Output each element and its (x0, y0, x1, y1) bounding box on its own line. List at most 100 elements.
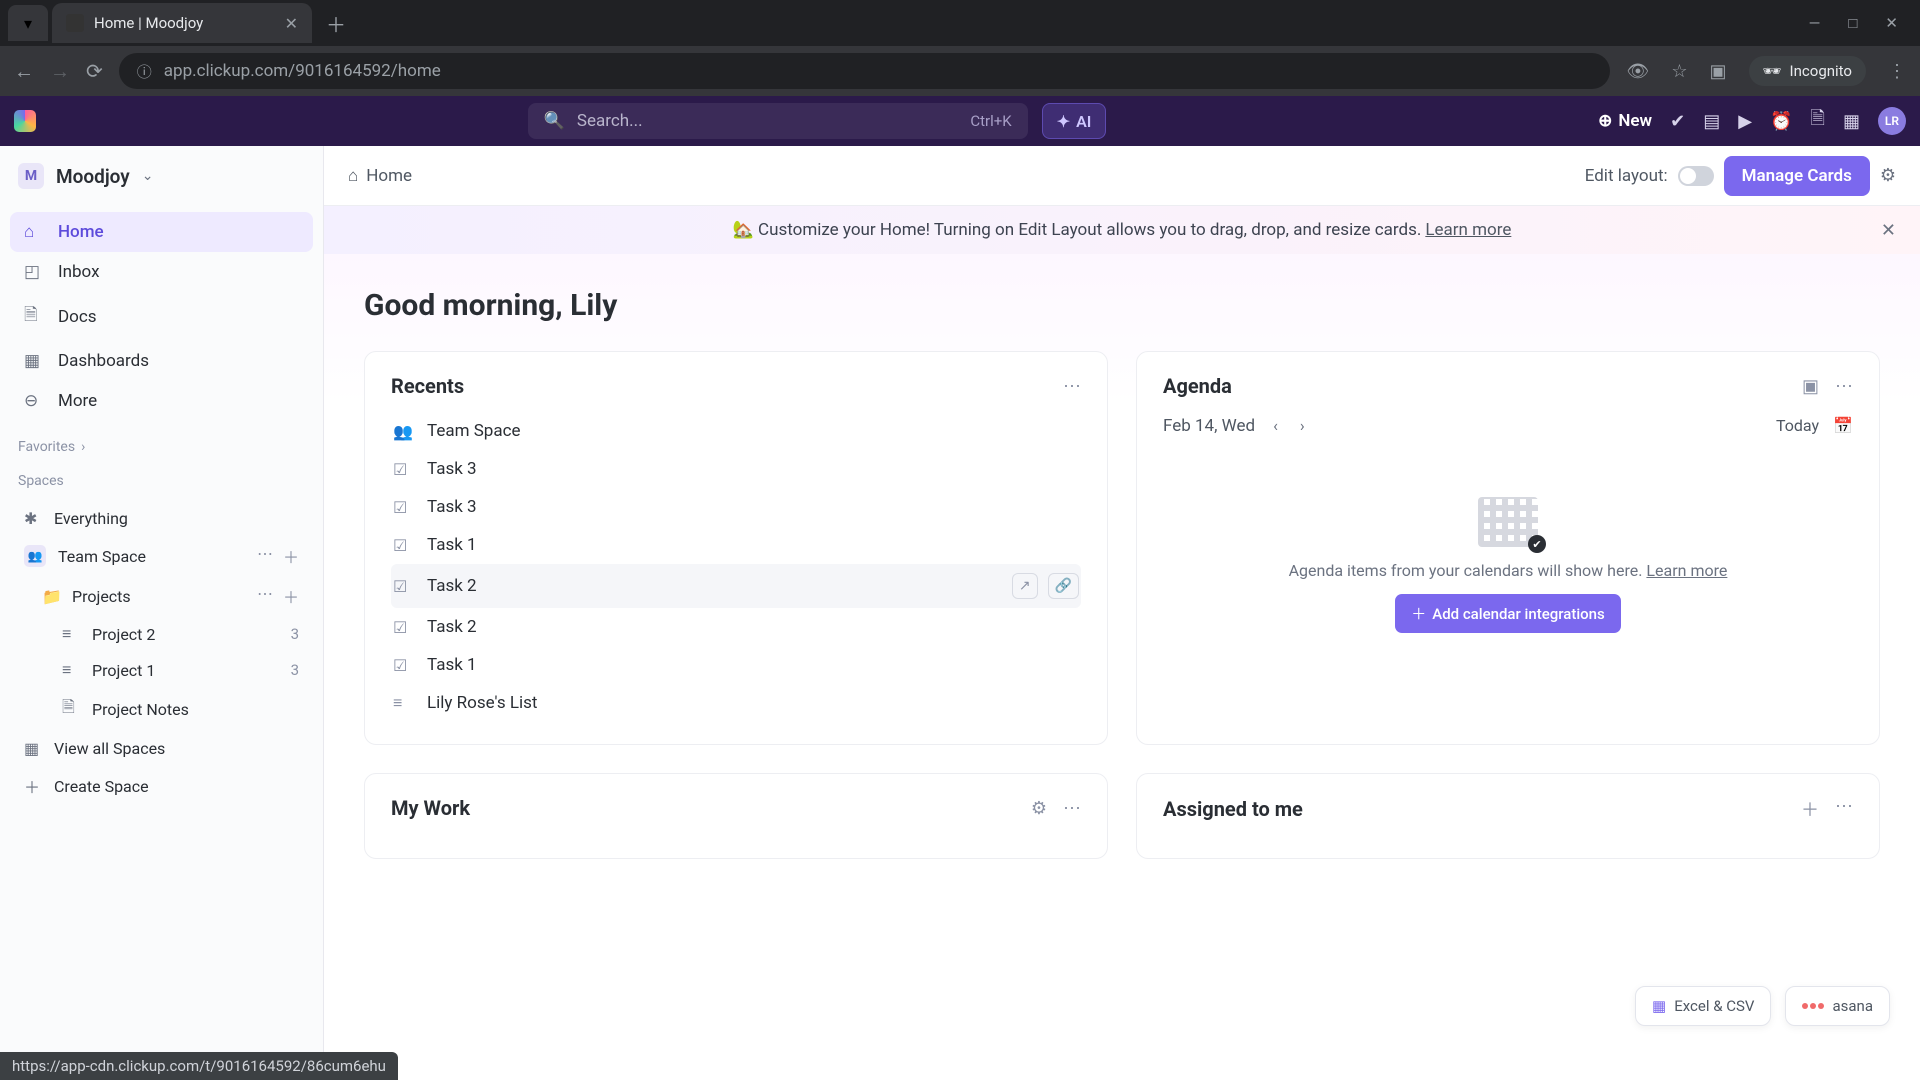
sidebar-item-create-space[interactable]: ＋ Create Space (10, 766, 313, 806)
open-new-tab-icon[interactable]: ↗ (1012, 573, 1038, 599)
recent-item-space[interactable]: 👥 Team Space (391, 412, 1081, 450)
search-placeholder: Search... (577, 111, 643, 131)
excel-csv-pill[interactable]: ▦ Excel & CSV (1635, 986, 1771, 1026)
maximize-icon[interactable]: □ (1848, 14, 1857, 32)
today-button[interactable]: Today (1776, 416, 1819, 435)
url-text: app.clickup.com/9016164592/home (164, 61, 441, 81)
plus-icon[interactable]: ＋ (283, 544, 299, 568)
recent-label: Task 1 (427, 655, 477, 675)
more-icon: ⊖ (24, 391, 44, 411)
more-dots-icon[interactable]: ⋯ (1063, 798, 1081, 819)
back-icon[interactable]: ← (14, 59, 34, 84)
new-tab-button[interactable]: ＋ (316, 9, 356, 38)
sidebar-item-project-2[interactable]: ≡ Project 2 3 (10, 616, 313, 652)
new-button[interactable]: ⊕ New (1598, 111, 1652, 131)
apps-grid-icon[interactable]: ▦ (1843, 111, 1860, 132)
agenda-learn-more-link[interactable]: Learn more (1646, 561, 1727, 580)
tab-search-button[interactable]: ▾ (8, 5, 48, 41)
sidebar-item-team-space[interactable]: 👥 Team Space ⋯ ＋ (10, 536, 313, 576)
recent-item-list[interactable]: ≡ Lily Rose's List (391, 684, 1081, 722)
copy-link-icon[interactable]: 🔗 (1048, 573, 1079, 599)
team-space-icon: 👥 (24, 545, 46, 567)
main-content: ⌂ Home Edit layout: Manage Cards ⚙ 🏡 Cus… (324, 146, 1920, 1080)
chevron-down-icon: ⌄ (142, 168, 154, 184)
more-dots-icon[interactable]: ⋯ (1063, 376, 1081, 397)
check-circle-icon[interactable]: ✔ (1670, 111, 1685, 132)
more-dots-icon[interactable]: ⋯ (257, 584, 273, 608)
panel-icon[interactable]: ▣ (1709, 61, 1726, 82)
gear-icon[interactable]: ⚙ (1880, 165, 1896, 186)
browser-tab[interactable]: Home | Moodjoy ✕ (52, 3, 312, 43)
doc-icon[interactable]: 🗎 (1810, 106, 1824, 136)
notepad-icon[interactable]: ▤ (1703, 111, 1720, 132)
greeting-heading: Good morning, Lily (364, 288, 1880, 323)
sidebar-item-inbox[interactable]: ◰ Inbox (10, 252, 313, 292)
sidebar-item-dashboards[interactable]: ▦ Dashboards (10, 341, 313, 381)
recent-item-task[interactable]: ☑ Task 1 (391, 526, 1081, 564)
calendar-icon[interactable]: 📅 (1833, 416, 1853, 435)
clock-icon[interactable]: ⏰ (1770, 111, 1792, 132)
dashboard-icon: ▦ (24, 351, 44, 371)
more-dots-icon[interactable]: ⋯ (1835, 376, 1853, 397)
sidebar-item-more[interactable]: ⊖ More (10, 381, 313, 421)
add-calendar-button[interactable]: ＋ Add calendar integrations (1395, 594, 1621, 633)
close-banner-icon[interactable]: ✕ (1881, 220, 1896, 241)
gear-icon[interactable]: ⚙ (1031, 798, 1047, 819)
edit-layout-toggle[interactable] (1678, 166, 1714, 186)
plus-icon: ＋ (1411, 603, 1426, 624)
recent-item-task[interactable]: ☑ Task 2 (391, 608, 1081, 646)
manage-cards-button[interactable]: Manage Cards (1724, 156, 1870, 196)
close-tab-icon[interactable]: ✕ (285, 14, 298, 33)
global-search[interactable]: 🔍 Search... Ctrl+K (528, 103, 1028, 139)
asana-icon (1802, 1003, 1824, 1009)
layout-icon[interactable]: ▣ (1802, 376, 1819, 397)
window-buttons: — □ ✕ (1809, 14, 1912, 32)
next-day-icon[interactable]: › (1296, 412, 1309, 439)
more-dots-icon[interactable]: ⋯ (257, 544, 273, 568)
workspace-switcher[interactable]: M Moodjoy ⌄ (0, 146, 323, 206)
sidebar-item-projects[interactable]: 📁 Projects ⋯ ＋ (10, 576, 313, 616)
recent-item-task[interactable]: ☑ Task 2 ↗ 🔗 (391, 564, 1081, 608)
chrome-menu-icon[interactable]: ⋮ (1888, 61, 1906, 82)
app-header: 🔍 Search... Ctrl+K ✦ AI ⊕ New ✔ ▤ ▶ ⏰ 🗎 … (0, 96, 1920, 146)
bookmark-icon[interactable]: ☆ (1671, 61, 1687, 82)
recents-title: Recents (391, 374, 464, 398)
plus-icon[interactable]: ＋ (1801, 796, 1819, 822)
banner-learn-more-link[interactable]: Learn more (1425, 220, 1511, 240)
sidebar-item-everything[interactable]: ✱ Everything (10, 501, 313, 536)
more-dots-icon[interactable]: ⋯ (1835, 796, 1853, 822)
agenda-title: Agenda (1163, 374, 1232, 398)
agenda-card: Agenda ▣ ⋯ Feb 14, Wed ‹ › Today 📅 (1136, 351, 1880, 745)
plus-icon[interactable]: ＋ (283, 584, 299, 608)
sidebar-item-docs[interactable]: 🗎 Docs (10, 292, 313, 341)
reload-icon[interactable]: ⟳ (86, 59, 103, 83)
recent-item-task[interactable]: ☑ Task 1 (391, 646, 1081, 684)
minimize-icon[interactable]: — (1809, 14, 1821, 32)
forward-icon[interactable]: → (50, 59, 70, 84)
breadcrumb-bar: ⌂ Home Edit layout: Manage Cards ⚙ (324, 146, 1920, 206)
site-info-icon[interactable]: ⓘ (137, 61, 152, 82)
recent-item-task[interactable]: ☑ Task 3 (391, 488, 1081, 526)
incognito-badge[interactable]: 🕶 Incognito (1749, 56, 1867, 86)
url-bar: ← → ⟳ ⓘ app.clickup.com/9016164592/home … (0, 46, 1920, 96)
tree-label: Project 2 (92, 625, 155, 644)
recent-item-task[interactable]: ☑ Task 3 (391, 450, 1081, 488)
favorites-section[interactable]: Favorites › (0, 427, 323, 461)
prev-day-icon[interactable]: ‹ (1269, 412, 1282, 439)
sidebar-item-home[interactable]: ⌂ Home (10, 212, 313, 252)
ai-button[interactable]: ✦ AI (1042, 103, 1107, 139)
sidebar-item-project-1[interactable]: ≡ Project 1 3 (10, 652, 313, 688)
video-icon[interactable]: ▶ (1738, 111, 1752, 132)
tree-label: Project Notes (92, 700, 189, 719)
recent-label: Task 2 (427, 576, 477, 596)
tree-label: Project 1 (92, 661, 155, 680)
close-window-icon[interactable]: ✕ (1885, 14, 1898, 32)
user-avatar[interactable]: LR (1878, 107, 1906, 135)
asana-pill[interactable]: asana (1785, 986, 1890, 1026)
url-field[interactable]: ⓘ app.clickup.com/9016164592/home (119, 53, 1611, 89)
sidebar-item-project-notes[interactable]: 🗎 Project Notes (10, 688, 313, 731)
breadcrumb-home[interactable]: ⌂ Home (348, 166, 412, 186)
clickup-logo-icon[interactable] (14, 110, 36, 132)
sidebar-item-view-all-spaces[interactable]: ▦ View all Spaces (10, 731, 313, 766)
eye-off-icon[interactable]: 👁 (1626, 61, 1649, 82)
